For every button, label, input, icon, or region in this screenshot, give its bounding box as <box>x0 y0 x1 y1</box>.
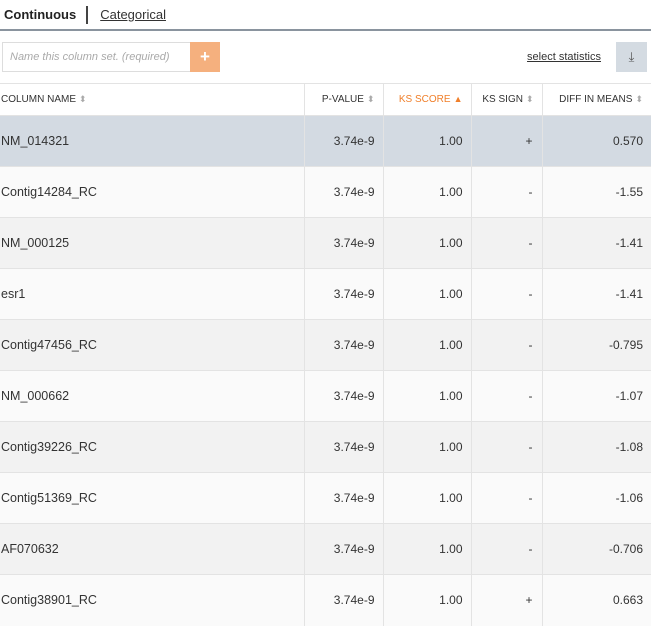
cell-diff-in-means: -0.706 <box>541 523 651 575</box>
cell-ks-sign: - <box>470 472 542 524</box>
cell-p-value: 3.74e-9 <box>303 115 383 167</box>
sort-icon[interactable]: ⬍ <box>367 94 375 104</box>
table-row[interactable]: AF070632 3.74e-9 1.00- -0.706 <box>0 523 651 575</box>
cell-ks-sign: - <box>470 166 542 218</box>
cell-p-value: 3.74e-9 <box>303 421 383 473</box>
cell-diff-in-means: -1.41 <box>541 217 651 269</box>
cell-ks-score: 1.00 <box>382 217 471 269</box>
cell-ks-score: 1.00 <box>382 268 471 320</box>
header-label: KS SCORE <box>398 94 451 105</box>
cell-column-name: Contig51369_RC <box>0 472 304 524</box>
cell-ks-sign: - <box>470 421 542 473</box>
header-label: P-VALUE <box>321 94 364 105</box>
cell-p-value: 3.74e-9 <box>303 217 383 269</box>
header-diff-in-means[interactable]: DIFF IN MEANS ⬍ <box>541 83 651 116</box>
cell-p-value: 3.74e-9 <box>303 472 383 524</box>
header-p-value[interactable]: P-VALUE ⬍ <box>303 83 383 116</box>
header-ks-score[interactable]: KS SCORE ▲ <box>382 83 471 116</box>
cell-p-value: 3.74e-9 <box>303 166 383 218</box>
toolbar: + select statistics ⤓ <box>0 31 651 83</box>
add-column-set-button[interactable]: + <box>190 42 220 72</box>
cell-column-name: Contig38901_RC <box>0 574 304 626</box>
header-label: DIFF IN MEANS <box>559 94 633 105</box>
cell-ks-score: 1.00 <box>382 115 471 167</box>
cell-ks-sign: - <box>470 217 542 269</box>
sort-icon[interactable]: ⬍ <box>635 94 643 104</box>
cell-ks-sign: + <box>470 115 542 167</box>
header-column-name[interactable]: COLUMN NAME ⬍ <box>0 83 304 116</box>
tab-bar: Continuous Categorical <box>0 0 651 31</box>
sort-icon[interactable]: ⬍ <box>79 94 87 104</box>
cell-ks-score: 1.00 <box>382 472 471 524</box>
cell-ks-sign: - <box>470 268 542 320</box>
download-icon: ⤓ <box>628 49 635 64</box>
cell-column-name: esr1 <box>0 268 304 320</box>
cell-ks-score: 1.00 <box>382 421 471 473</box>
cell-diff-in-means: 0.570 <box>541 115 651 167</box>
column-set-name-input[interactable] <box>2 42 190 72</box>
table-row[interactable]: Contig39226_RC 3.74e-9 1.00- -1.08 <box>0 421 651 473</box>
cell-ks-sign: - <box>470 370 542 422</box>
table-row[interactable]: Contig14284_RC 3.74e-9 1.00- -1.55 <box>0 166 651 218</box>
table-row[interactable]: NM_000125 3.74e-9 1.00- -1.41 <box>0 217 651 269</box>
cell-p-value: 3.74e-9 <box>303 574 383 626</box>
cell-ks-sign: - <box>470 319 542 371</box>
cell-diff-in-means: -1.41 <box>541 268 651 320</box>
cell-diff-in-means: 0.663 <box>541 574 651 626</box>
cell-diff-in-means: -1.55 <box>541 166 651 218</box>
cell-diff-in-means: -0.795 <box>541 319 651 371</box>
cell-column-name: Contig39226_RC <box>0 421 304 473</box>
cell-column-name: NM_014321 <box>0 115 304 167</box>
cell-p-value: 3.74e-9 <box>303 319 383 371</box>
cell-column-name: AF070632 <box>0 523 304 575</box>
header-label: COLUMN NAME <box>1 94 77 105</box>
table-row[interactable]: esr1 3.74e-9 1.00- -1.41 <box>0 268 651 320</box>
cell-ks-score: 1.00 <box>382 574 471 626</box>
sort-icon[interactable]: ⬍ <box>526 94 534 104</box>
cell-p-value: 3.74e-9 <box>303 523 383 575</box>
cell-column-name: Contig47456_RC <box>0 319 304 371</box>
statistics-table: COLUMN NAME ⬍ P-VALUE ⬍ KS SCORE ▲ KS SIGN ⬍ DIF… <box>0 83 651 626</box>
cell-p-value: 3.74e-9 <box>303 268 383 320</box>
cell-diff-in-means: -1.08 <box>541 421 651 473</box>
cell-ks-score: 1.00 <box>382 523 471 575</box>
cell-column-name: NM_000662 <box>0 370 304 422</box>
cell-ks-sign: - <box>470 523 542 575</box>
tab-continuous[interactable]: Continuous <box>4 5 89 24</box>
table-row[interactable]: Contig47456_RC 3.74e-9 1.00- -0.795 <box>0 319 651 371</box>
table-row[interactable]: NM_000662 3.74e-9 1.00- -1.07 <box>0 370 651 422</box>
cell-ks-score: 1.00 <box>382 166 471 218</box>
select-statistics-link[interactable]: select statistics <box>527 51 601 63</box>
download-button[interactable]: ⤓ <box>616 42 647 72</box>
sort-desc-icon[interactable]: ▲ <box>454 94 463 104</box>
table-row[interactable]: NM_014321 3.74e-9 1.00 +0.570 <box>0 115 651 167</box>
cell-diff-in-means: -1.07 <box>541 370 651 422</box>
header-ks-sign[interactable]: KS SIGN ⬍ <box>470 83 542 116</box>
cell-column-name: NM_000125 <box>0 217 304 269</box>
cell-ks-score: 1.00 <box>382 319 471 371</box>
cell-ks-sign: + <box>470 574 542 626</box>
cell-ks-score: 1.00 <box>382 370 471 422</box>
cell-p-value: 3.74e-9 <box>303 370 383 422</box>
tab-categorical[interactable]: Categorical <box>88 7 166 22</box>
table-row[interactable]: Contig38901_RC 3.74e-9 1.00 +0.663 <box>0 574 651 626</box>
table-row[interactable]: Contig51369_RC 3.74e-9 1.00- -1.06 <box>0 472 651 524</box>
cell-diff-in-means: -1.06 <box>541 472 651 524</box>
header-label: KS SIGN <box>482 94 523 105</box>
cell-column-name: Contig14284_RC <box>0 166 304 218</box>
